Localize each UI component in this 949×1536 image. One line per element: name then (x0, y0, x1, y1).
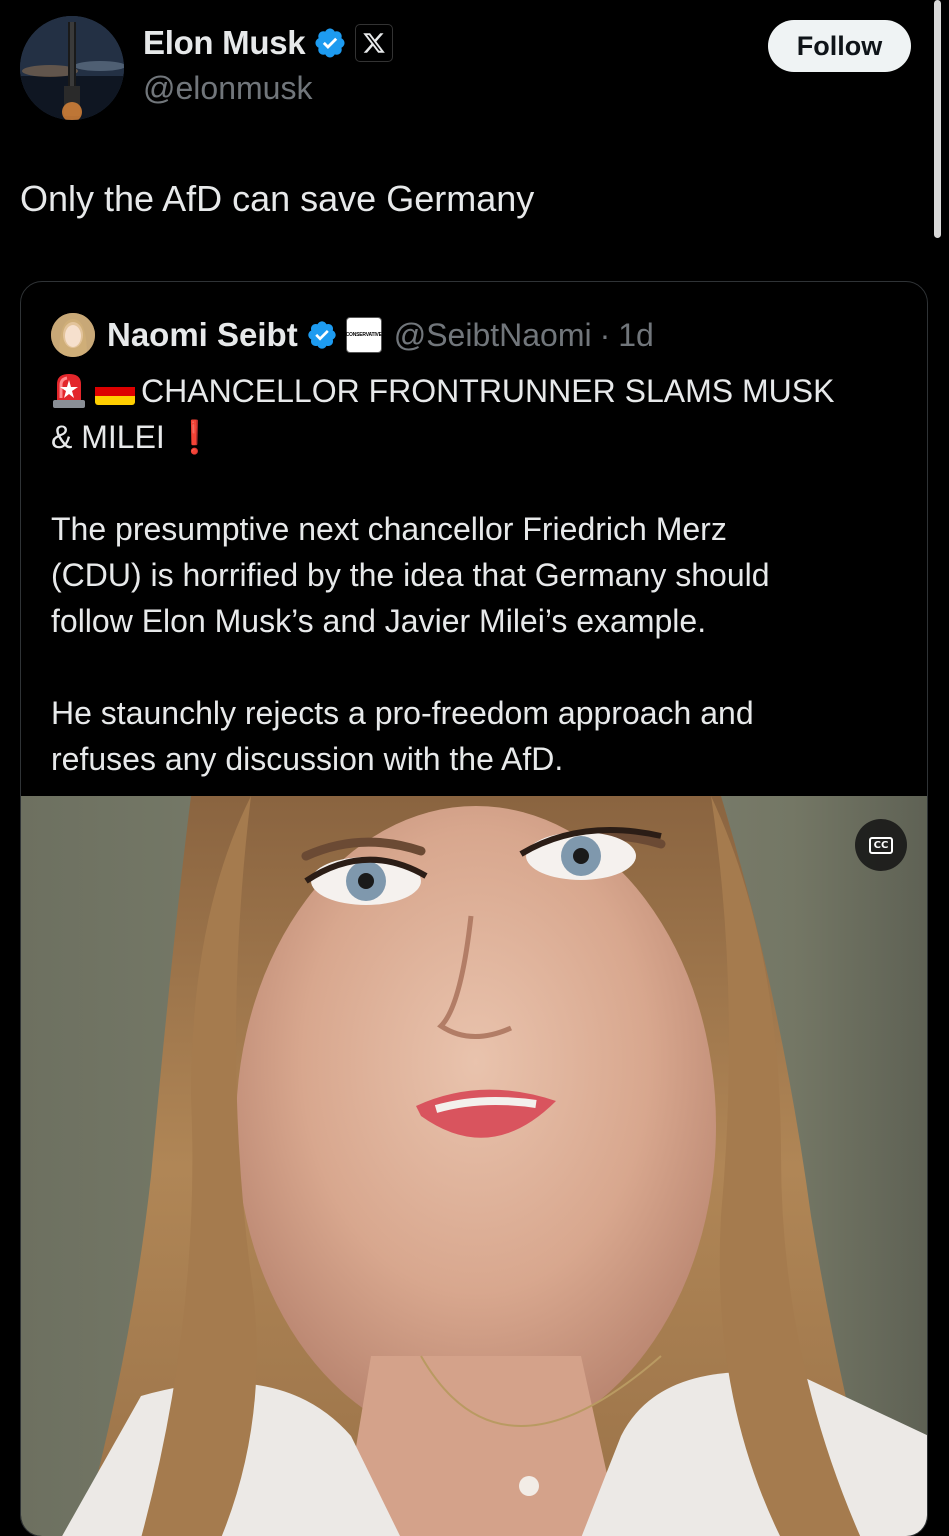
headline-line-1: CHANCELLOR FRONTRUNNER SLAMS MUSK (51, 368, 901, 414)
author-name-row: Elon Musk (143, 24, 394, 62)
quoted-post-header: Naomi Seibt CONSERVATIVE @SeibtNaomi · 1… (51, 312, 654, 358)
author-avatar[interactable] (20, 16, 124, 120)
video-frame-image (62, 796, 927, 1536)
headline-line-2: & MILEI ❗ (51, 414, 901, 460)
germany-flag-icon (95, 378, 135, 405)
paragraph-1-line: follow Elon Musk’s and Javier Milei’s ex… (51, 603, 707, 639)
paragraph-1-line: The presumptive next chancellor Friedric… (51, 511, 727, 547)
red-exclamation-icon: ❗ (174, 419, 215, 455)
paragraph-1: The presumptive next chancellor Friedric… (51, 506, 901, 644)
captions-button[interactable]: CC (855, 819, 907, 871)
scrollbar[interactable] (934, 0, 941, 238)
quoted-author-avatar[interactable] (51, 313, 95, 357)
police-siren-icon (53, 374, 85, 408)
post-timestamp[interactable]: 1d (618, 317, 654, 354)
paragraph-2-line: He staunchly rejects a pro-freedom appro… (51, 695, 754, 731)
post-text: Only the AfD can save Germany (20, 178, 535, 219)
avatar-image (20, 16, 124, 120)
paragraph-2-line: refuses any discussion with the AfD. (51, 741, 564, 777)
author-handle[interactable]: @elonmusk (143, 70, 312, 107)
affiliation-badge-icon: CONSERVATIVE (346, 317, 382, 353)
author-display-name[interactable]: Elon Musk (143, 24, 306, 62)
verified-badge-icon (308, 321, 336, 349)
quoted-post[interactable]: Naomi Seibt CONSERVATIVE @SeibtNaomi · 1… (20, 281, 928, 1536)
affiliation-label: CONSERVATIVE (345, 332, 382, 338)
post-view: Elon Musk @elonmusk Follow Only the AfD … (0, 0, 949, 1536)
cc-icon: CC (868, 836, 894, 854)
quoted-post-text: CHANCELLOR FRONTRUNNER SLAMS MUSK & MILE… (51, 368, 901, 782)
headline-text: CHANCELLOR FRONTRUNNER SLAMS MUSK (141, 373, 835, 409)
follow-button[interactable]: Follow (768, 20, 911, 72)
separator-dot: · (599, 316, 611, 353)
verified-badge-icon (315, 28, 345, 58)
x-logo-icon (355, 24, 394, 62)
quoted-author-handle[interactable]: @SeibtNaomi (394, 317, 592, 354)
paragraph-1-line: (CDU) is horrified by the idea that Germ… (51, 557, 770, 593)
quoted-author-name[interactable]: Naomi Seibt (107, 316, 298, 354)
video-player[interactable]: CC (21, 796, 927, 1536)
paragraph-2: He staunchly rejects a pro-freedom appro… (51, 690, 901, 782)
headline-text-continued: & MILEI (51, 419, 165, 455)
